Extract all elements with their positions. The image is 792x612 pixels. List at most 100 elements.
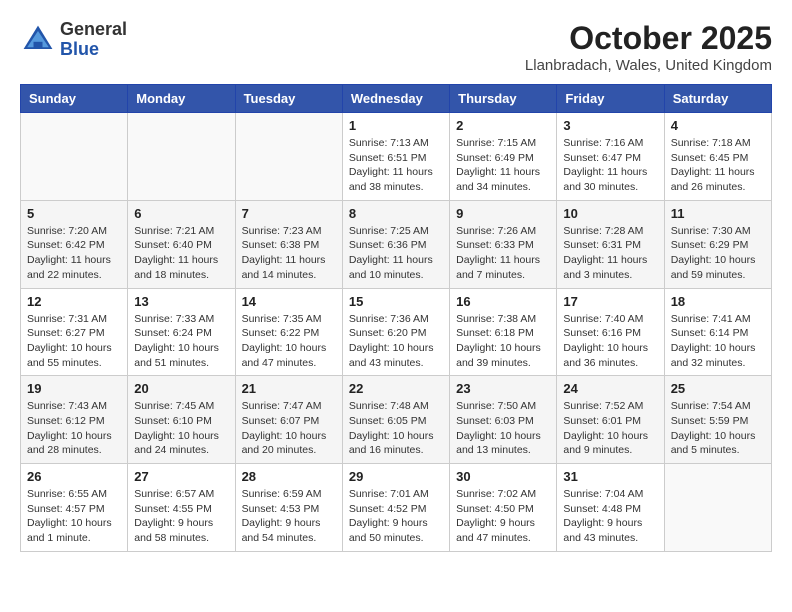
weekday-header-sunday: Sunday <box>21 85 128 113</box>
weekday-header-monday: Monday <box>128 85 235 113</box>
calendar-cell: 25Sunrise: 7:54 AMSunset: 5:59 PMDayligh… <box>664 376 771 464</box>
weekday-header-row: SundayMondayTuesdayWednesdayThursdayFrid… <box>21 85 772 113</box>
calendar-week-3: 12 Sunrise: 7:31 AMSunset: 6:27 PMDayligh… <box>21 288 772 376</box>
day-number: 1 <box>349 118 443 133</box>
day-number: 14 <box>242 294 336 309</box>
calendar-cell: 15 Sunrise: 7:36 AMSunset: 6:20 PMDayligh… <box>342 288 449 376</box>
day-number: 12 <box>27 294 121 309</box>
calendar-week-4: 19 Sunrise: 7:43 AMSunset: 6:12 PMDayligh… <box>21 376 772 464</box>
calendar-cell: 3Sunrise: 7:16 AMSunset: 6:47 PMDaylight… <box>557 113 664 201</box>
calendar-cell <box>664 464 771 552</box>
cell-text: Sunrise: 7:48 AMSunset: 6:05 PMDaylight:… <box>349 400 434 456</box>
cell-text: Sunrise: 7:13 AMSunset: 6:51 PMDaylight:… <box>349 137 433 193</box>
calendar-cell: 2 Sunrise: 7:15 AMSunset: 6:49 PMDaylight… <box>450 113 557 201</box>
calendar-cell: 4Sunrise: 7:18 AMSunset: 6:45 PMDaylight… <box>664 113 771 201</box>
cell-text: Sunrise: 7:36 AMSunset: 6:20 PMDaylight:… <box>349 313 434 369</box>
calendar-cell: 16 Sunrise: 7:38 AMSunset: 6:18 PMDayligh… <box>450 288 557 376</box>
cell-text: Sunrise: 7:21 AMSunset: 6:40 PMDaylight:… <box>134 225 218 281</box>
cell-text: Sunrise: 7:45 AMSunset: 6:10 PMDaylight:… <box>134 400 219 456</box>
calendar-cell: 24 Sunrise: 7:52 AMSunset: 6:01 PMDayligh… <box>557 376 664 464</box>
calendar-cell: 19 Sunrise: 7:43 AMSunset: 6:12 PMDayligh… <box>21 376 128 464</box>
cell-text: Sunrise: 7:31 AMSunset: 6:27 PMDaylight:… <box>27 313 112 369</box>
cell-text: Sunrise: 7:40 AMSunset: 6:16 PMDaylight:… <box>563 313 648 369</box>
cell-text: Sunrise: 7:43 AMSunset: 6:12 PMDaylight:… <box>27 400 112 456</box>
weekday-header-wednesday: Wednesday <box>342 85 449 113</box>
calendar-cell: 6 Sunrise: 7:21 AMSunset: 6:40 PMDaylight… <box>128 200 235 288</box>
calendar-cell: 23 Sunrise: 7:50 AMSunset: 6:03 PMDayligh… <box>450 376 557 464</box>
cell-text: Sunrise: 7:30 AMSunset: 6:29 PMDaylight:… <box>671 225 756 281</box>
day-number: 8 <box>349 206 443 221</box>
calendar-cell: 27 Sunrise: 6:57 AMSunset: 4:55 PMDayligh… <box>128 464 235 552</box>
day-number: 20 <box>134 381 228 396</box>
page-header: General Blue October 2025 Llanbradach, W… <box>20 20 772 74</box>
cell-text: Sunrise: 7:47 AMSunset: 6:07 PMDaylight:… <box>242 400 327 456</box>
calendar-cell: 1 Sunrise: 7:13 AMSunset: 6:51 PMDaylight… <box>342 113 449 201</box>
day-number: 30 <box>456 469 550 484</box>
calendar-week-2: 5 Sunrise: 7:20 AMSunset: 6:42 PMDaylight… <box>21 200 772 288</box>
calendar-body: 1 Sunrise: 7:13 AMSunset: 6:51 PMDaylight… <box>21 113 772 552</box>
day-number: 24 <box>563 381 657 396</box>
weekday-header-thursday: Thursday <box>450 85 557 113</box>
day-number: 26 <box>27 469 121 484</box>
day-number: 16 <box>456 294 550 309</box>
day-number: 6 <box>134 206 228 221</box>
day-number: 31 <box>563 469 657 484</box>
calendar-cell: 8 Sunrise: 7:25 AMSunset: 6:36 PMDaylight… <box>342 200 449 288</box>
calendar-cell <box>21 113 128 201</box>
cell-text: Sunrise: 7:04 AMSunset: 4:48 PMDaylight:… <box>563 488 643 544</box>
logo-blue: Blue <box>60 39 99 59</box>
day-number: 21 <box>242 381 336 396</box>
day-number: 9 <box>456 206 550 221</box>
cell-text: Sunrise: 7:16 AMSunset: 6:47 PMDaylight:… <box>563 137 647 193</box>
calendar-cell: 29 Sunrise: 7:01 AMSunset: 4:52 PMDayligh… <box>342 464 449 552</box>
calendar-cell: 21 Sunrise: 7:47 AMSunset: 6:07 PMDayligh… <box>235 376 342 464</box>
cell-text: Sunrise: 7:52 AMSunset: 6:01 PMDaylight:… <box>563 400 648 456</box>
calendar-cell: 7 Sunrise: 7:23 AMSunset: 6:38 PMDaylight… <box>235 200 342 288</box>
cell-text: Sunrise: 6:59 AMSunset: 4:53 PMDaylight:… <box>242 488 322 544</box>
cell-text: Sunrise: 6:55 AMSunset: 4:57 PMDaylight:… <box>27 488 112 544</box>
cell-text: Sunrise: 7:02 AMSunset: 4:50 PMDaylight:… <box>456 488 536 544</box>
calendar-cell: 9 Sunrise: 7:26 AMSunset: 6:33 PMDaylight… <box>450 200 557 288</box>
cell-text: Sunrise: 7:33 AMSunset: 6:24 PMDaylight:… <box>134 313 219 369</box>
cell-text: Sunrise: 7:15 AMSunset: 6:49 PMDaylight:… <box>456 137 540 193</box>
cell-text: Sunrise: 7:18 AMSunset: 6:45 PMDaylight:… <box>671 137 755 193</box>
calendar-week-1: 1 Sunrise: 7:13 AMSunset: 6:51 PMDaylight… <box>21 113 772 201</box>
location: Llanbradach, Wales, United Kingdom <box>525 57 772 74</box>
logo: General Blue <box>20 20 127 60</box>
logo-icon <box>20 22 56 58</box>
day-number: 5 <box>27 206 121 221</box>
day-number: 15 <box>349 294 443 309</box>
calendar-cell: 28Sunrise: 6:59 AMSunset: 4:53 PMDayligh… <box>235 464 342 552</box>
cell-text: Sunrise: 7:38 AMSunset: 6:18 PMDaylight:… <box>456 313 541 369</box>
weekday-header-saturday: Saturday <box>664 85 771 113</box>
day-number: 2 <box>456 118 550 133</box>
day-number: 27 <box>134 469 228 484</box>
day-number: 17 <box>563 294 657 309</box>
cell-text: Sunrise: 6:57 AMSunset: 4:55 PMDaylight:… <box>134 488 214 544</box>
day-number: 22 <box>349 381 443 396</box>
month-title: October 2025 <box>525 20 772 57</box>
calendar-cell: 13Sunrise: 7:33 AMSunset: 6:24 PMDayligh… <box>128 288 235 376</box>
cell-text: Sunrise: 7:26 AMSunset: 6:33 PMDaylight:… <box>456 225 540 281</box>
cell-text: Sunrise: 7:50 AMSunset: 6:03 PMDaylight:… <box>456 400 541 456</box>
calendar-cell: 5 Sunrise: 7:20 AMSunset: 6:42 PMDaylight… <box>21 200 128 288</box>
logo-text: General Blue <box>60 20 127 60</box>
cell-text: Sunrise: 7:20 AMSunset: 6:42 PMDaylight:… <box>27 225 111 281</box>
day-number: 23 <box>456 381 550 396</box>
cell-text: Sunrise: 7:01 AMSunset: 4:52 PMDaylight:… <box>349 488 429 544</box>
logo-general: General <box>60 19 127 39</box>
weekday-header-tuesday: Tuesday <box>235 85 342 113</box>
day-number: 18 <box>671 294 765 309</box>
title-block: October 2025 Llanbradach, Wales, United … <box>525 20 772 74</box>
calendar-cell: 26 Sunrise: 6:55 AMSunset: 4:57 PMDayligh… <box>21 464 128 552</box>
calendar-cell: 18Sunrise: 7:41 AMSunset: 6:14 PMDayligh… <box>664 288 771 376</box>
day-number: 29 <box>349 469 443 484</box>
day-number: 10 <box>563 206 657 221</box>
day-number: 7 <box>242 206 336 221</box>
cell-text: Sunrise: 7:35 AMSunset: 6:22 PMDaylight:… <box>242 313 327 369</box>
day-number: 19 <box>27 381 121 396</box>
calendar-cell: 31 Sunrise: 7:04 AMSunset: 4:48 PMDayligh… <box>557 464 664 552</box>
cell-text: Sunrise: 7:28 AMSunset: 6:31 PMDaylight:… <box>563 225 647 281</box>
cell-text: Sunrise: 7:23 AMSunset: 6:38 PMDaylight:… <box>242 225 326 281</box>
cell-text: Sunrise: 7:25 AMSunset: 6:36 PMDaylight:… <box>349 225 433 281</box>
